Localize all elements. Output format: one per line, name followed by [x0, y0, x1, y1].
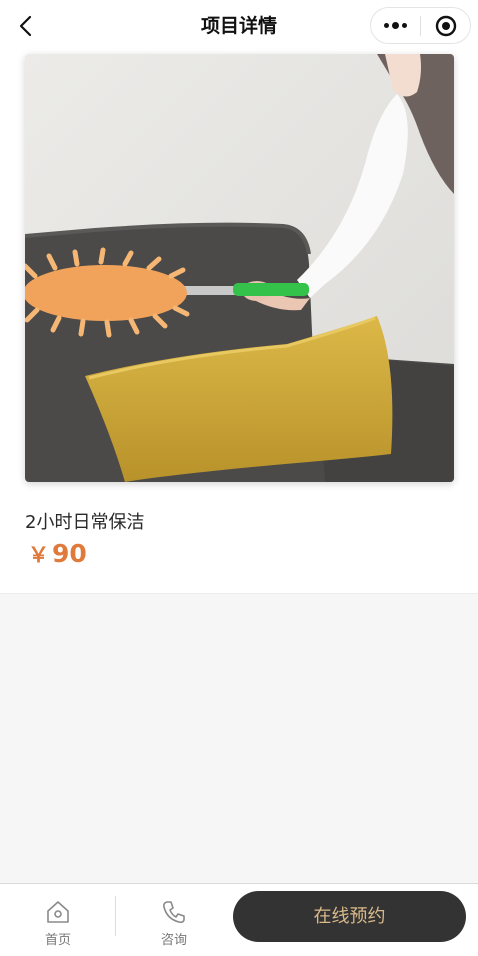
- home-tab-label: 首页: [44, 933, 71, 948]
- home-icon: [47, 901, 69, 923]
- back-button[interactable]: [8, 8, 44, 44]
- home-tab[interactable]: 首页: [0, 884, 116, 956]
- cleaning-photo-illustration: [25, 54, 454, 482]
- close-program-button[interactable]: [421, 8, 470, 43]
- currency-symbol: ￥: [28, 543, 49, 567]
- page: 项目详情 2小时日常保洁 ￥ 90 首页 咨询 在线预约: [0, 0, 478, 956]
- service-name: 2小时日常保洁: [25, 512, 145, 533]
- book-online-button[interactable]: 在线预约: [233, 891, 466, 942]
- navigation-bar: 项目详情: [0, 0, 478, 52]
- more-dots-icon: [384, 22, 407, 29]
- product-image[interactable]: [25, 54, 454, 482]
- mini-program-capsule: [370, 7, 471, 44]
- bottom-action-bar: 首页 咨询 在线预约: [0, 883, 478, 956]
- consult-tab-label: 咨询: [160, 933, 187, 948]
- consult-tab[interactable]: 咨询: [116, 884, 232, 956]
- target-circle-icon: [435, 15, 456, 36]
- chevron-left-icon: [19, 15, 32, 37]
- more-button[interactable]: [371, 8, 420, 43]
- price-value: 90: [52, 539, 87, 568]
- phone-icon: [163, 901, 185, 924]
- price: ￥ 90: [28, 539, 87, 569]
- product-card: 2小时日常保洁 ￥ 90: [0, 52, 478, 594]
